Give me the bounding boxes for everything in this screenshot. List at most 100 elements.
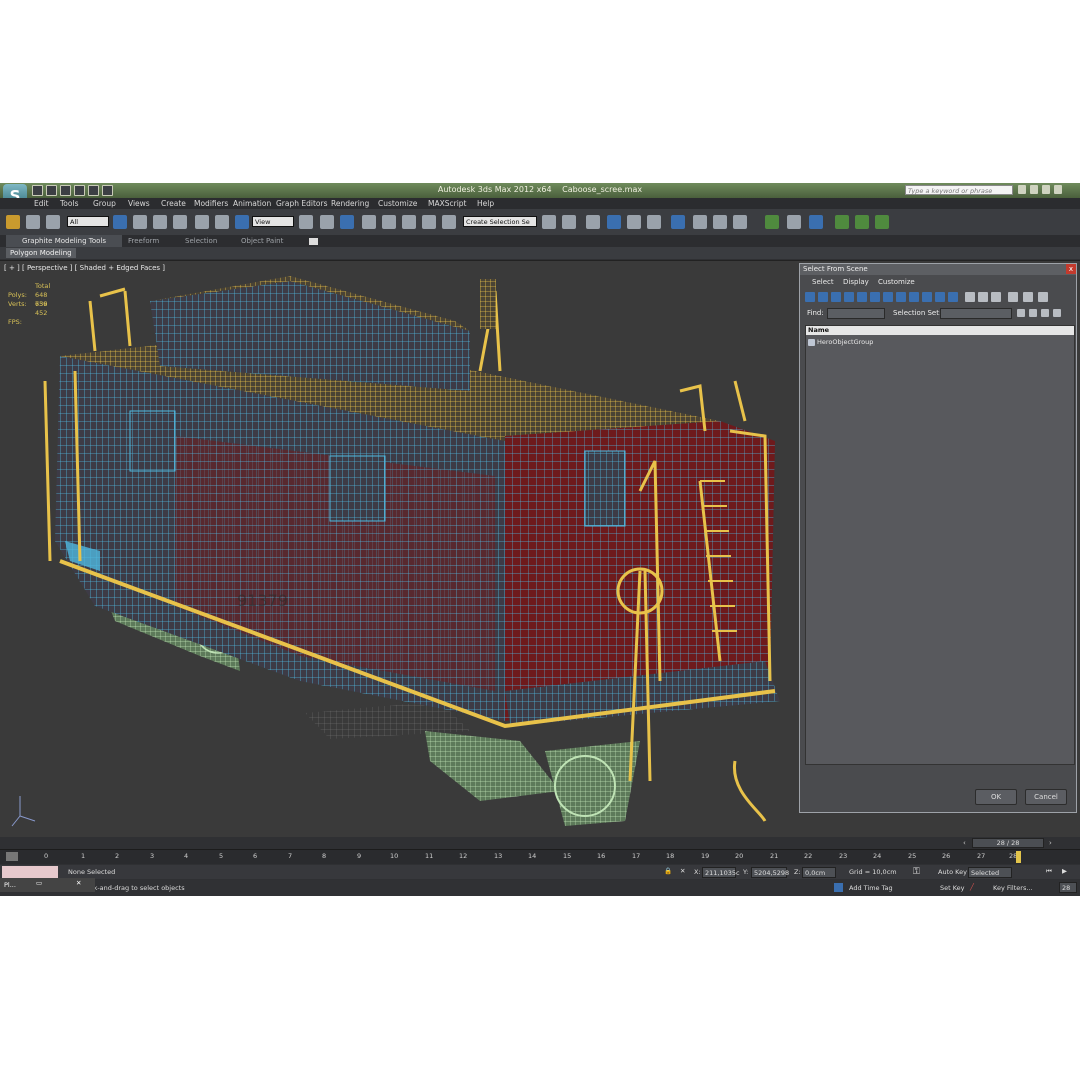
state-sets-icon[interactable]	[809, 215, 823, 229]
lock-selection-icon[interactable]: 🔒	[664, 867, 672, 875]
tab-graphite-modeling-tools[interactable]: Graphite Modeling Tools	[6, 235, 123, 247]
key-filters-button[interactable]: Key Filters...	[993, 884, 1033, 892]
set-key-button[interactable]: Set Key	[940, 884, 965, 892]
menu-customize[interactable]: Customize	[378, 199, 417, 208]
mirror-icon[interactable]	[542, 215, 556, 229]
cameras-filter-icon[interactable]	[844, 292, 854, 302]
dialog-menu-select[interactable]: Select	[812, 278, 834, 286]
maxscript-listener[interactable]	[2, 866, 58, 878]
help-icon[interactable]	[1054, 185, 1062, 194]
viewport-label[interactable]: [ + ] [ Perspective ] [ Shaded + Edged F…	[4, 264, 165, 272]
menu-rendering[interactable]: Rendering	[331, 199, 369, 208]
time-slider[interactable]: 28 / 28	[972, 838, 1044, 848]
menu-graph-editors[interactable]: Graph Editors	[276, 199, 328, 208]
taskbar-button[interactable]: Pl... ▭ ✕	[0, 878, 95, 892]
dialog-menu-display[interactable]: Display	[843, 278, 869, 286]
material-editor-icon[interactable]	[671, 215, 685, 229]
sort-icon[interactable]	[1017, 309, 1025, 317]
tab-selection[interactable]: Selection	[185, 237, 217, 245]
select-object-icon[interactable]	[113, 215, 127, 229]
pivot-center-icon[interactable]	[299, 215, 313, 229]
angle-snap-icon[interactable]	[382, 215, 396, 229]
display-none-icon[interactable]	[978, 292, 988, 302]
spinner-snap-icon[interactable]	[422, 215, 436, 229]
scale-icon[interactable]	[235, 215, 249, 229]
sync-selection-icon[interactable]	[1008, 292, 1018, 302]
collapse-icon[interactable]	[1053, 309, 1061, 317]
bones-filter-icon[interactable]	[909, 292, 919, 302]
render-setup-icon[interactable]	[693, 215, 707, 229]
rect-selection-icon[interactable]	[153, 215, 167, 229]
unlink-icon[interactable]	[26, 215, 40, 229]
search-input[interactable]: Type a keyword or phrase	[905, 185, 1013, 195]
place-highlight-icon[interactable]	[875, 215, 889, 229]
rendered-frame-window-icon[interactable]	[713, 215, 727, 229]
select-similar-icon[interactable]	[855, 215, 869, 229]
frozen-filter-icon[interactable]	[935, 292, 945, 302]
dialog-close-button[interactable]: x	[1066, 264, 1076, 274]
helpers-filter-icon[interactable]	[857, 292, 867, 302]
time-tag-icon[interactable]	[834, 883, 843, 892]
select-manipulate-icon[interactable]	[320, 215, 334, 229]
binoculars-icon[interactable]	[1018, 185, 1026, 194]
percent-snap-icon[interactable]	[402, 215, 416, 229]
move-icon[interactable]	[195, 215, 209, 229]
reference-coordinate-dropdown[interactable]: View	[252, 216, 294, 227]
menu-animation[interactable]: Animation	[233, 199, 271, 208]
menu-modifiers[interactable]: Modifiers	[194, 199, 228, 208]
x-coordinate-input[interactable]: 211,1035c	[702, 867, 740, 878]
curve-editor-icon[interactable]	[627, 215, 641, 229]
schematic-view-icon[interactable]	[647, 215, 661, 229]
menu-edit[interactable]: Edit	[34, 199, 49, 208]
star-icon[interactable]	[1042, 185, 1050, 194]
menu-views[interactable]: Views	[128, 199, 150, 208]
scene-explorer-icon[interactable]	[787, 215, 801, 229]
invert-display-icon[interactable]	[991, 292, 1001, 302]
groups-filter-icon[interactable]	[883, 292, 893, 302]
containers-icon[interactable]	[765, 215, 779, 229]
menu-create[interactable]: Create	[161, 199, 186, 208]
xrefs-filter-icon[interactable]	[896, 292, 906, 302]
keyboard-shortcut-override-icon[interactable]	[340, 215, 354, 229]
tab-freeform[interactable]: Freeform	[128, 237, 159, 245]
named-selection-set-dropdown[interactable]: Create Selection Se	[463, 216, 537, 227]
next-frame-icon[interactable]: ›	[1049, 839, 1052, 847]
lights-filter-icon[interactable]	[831, 292, 841, 302]
key-filter-icon[interactable]: ╱	[970, 883, 974, 891]
y-coordinate-input[interactable]: 5204,5298	[751, 867, 789, 878]
selection-filter-dropdown[interactable]: All	[67, 216, 109, 227]
list-item[interactable]: HeroObjectGroup	[806, 338, 1074, 347]
scene-object-list[interactable]: Name HeroObjectGroup	[805, 325, 1075, 765]
bind-space-warp-icon[interactable]	[46, 215, 60, 229]
mini-curve-editor-icon[interactable]	[6, 852, 18, 861]
tab-object-paint[interactable]: Object Paint	[241, 237, 283, 245]
keyframe-marker[interactable]	[1016, 851, 1021, 863]
align-icon[interactable]	[562, 215, 576, 229]
set-key-mode-icon[interactable]: ⚿	[913, 867, 920, 877]
spacewarps-filter-icon[interactable]	[870, 292, 880, 302]
advanced-filter-icon[interactable]	[1038, 292, 1048, 302]
taskbar-restore-icon[interactable]: ▭	[36, 879, 42, 887]
ok-button[interactable]: OK	[975, 789, 1017, 805]
track-bar[interactable]: 0 1 2 3 4 5 6 7 8 9 10 11 12 13 14 15 16…	[0, 849, 1080, 864]
cancel-button[interactable]: Cancel	[1025, 789, 1067, 805]
expand-icon[interactable]	[1041, 309, 1049, 317]
quick-align-icon[interactable]	[835, 215, 849, 229]
window-crossing-icon[interactable]	[173, 215, 187, 229]
auto-key-button[interactable]: Auto Key	[938, 868, 967, 876]
filter-icon[interactable]	[1023, 292, 1033, 302]
containers-filter-icon[interactable]	[922, 292, 932, 302]
tab-polygon-modeling[interactable]: Polygon Modeling	[6, 248, 76, 258]
menu-group[interactable]: Group	[93, 199, 116, 208]
display-all-icon[interactable]	[965, 292, 975, 302]
hidden-filter-icon[interactable]	[948, 292, 958, 302]
find-input[interactable]	[827, 308, 885, 319]
menu-tools[interactable]: Tools	[60, 199, 78, 208]
current-frame-input[interactable]: 28	[1059, 882, 1077, 893]
edit-named-selection-icon[interactable]	[442, 215, 456, 229]
menu-maxscript[interactable]: MAXScript	[428, 199, 467, 208]
play-icon[interactable]: ▶	[1062, 867, 1067, 875]
go-to-start-icon[interactable]: ⏮	[1046, 867, 1052, 876]
select-link-icon[interactable]	[6, 215, 20, 229]
shapes-filter-icon[interactable]	[818, 292, 828, 302]
